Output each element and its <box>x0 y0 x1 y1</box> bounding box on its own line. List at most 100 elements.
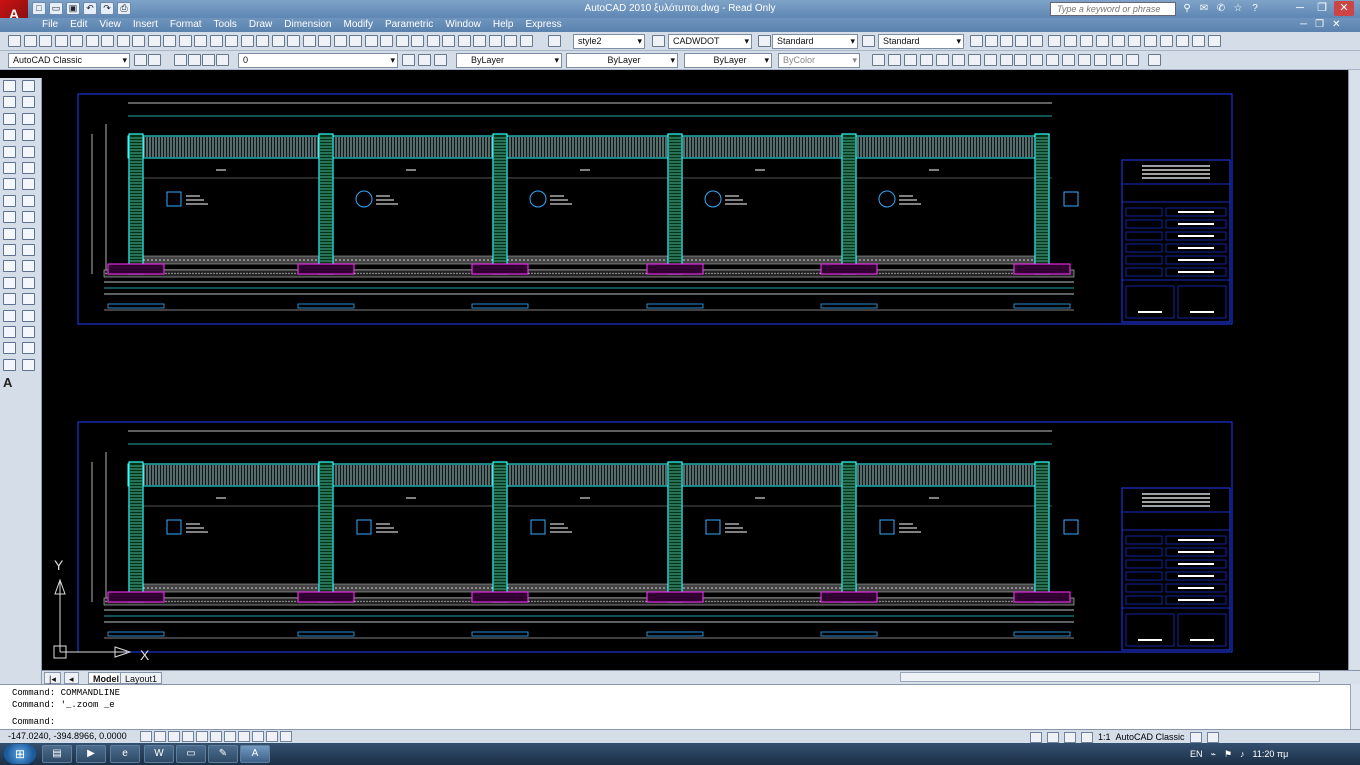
standard-tool-icon[interactable] <box>132 35 145 47</box>
clock[interactable]: 11:20 πμ <box>1253 746 1289 762</box>
save-icon[interactable]: ▣ <box>66 2 80 15</box>
standard-tool-icon[interactable] <box>427 35 440 47</box>
standard-tool-icon[interactable] <box>411 35 424 47</box>
menu-modify[interactable]: Modify <box>338 18 379 32</box>
layer-dropdown[interactable]: 0 <box>238 53 398 68</box>
drawing-area[interactable]: Y X <box>42 70 1348 670</box>
multiline-text-icon[interactable]: A <box>3 375 12 390</box>
color-control-dropdown[interactable]: ByLayer <box>456 53 562 68</box>
draw-tool-icon[interactable] <box>3 342 16 355</box>
menu-format[interactable]: Format <box>164 18 208 32</box>
word-icon[interactable]: W <box>144 745 174 763</box>
flag-icon[interactable]: ⚑ <box>1224 746 1232 762</box>
undo-icon[interactable]: ↶ <box>83 2 97 15</box>
standard-tool-icon[interactable] <box>1208 35 1221 47</box>
communication-icon[interactable]: ✆ <box>1214 2 1228 15</box>
restore-button[interactable]: ❐ <box>1312 1 1332 16</box>
standard-tool-icon[interactable] <box>504 35 517 47</box>
help-search-input[interactable]: Type a keyword or phrase <box>1050 2 1176 16</box>
standard-tool-icon[interactable] <box>1015 35 1028 47</box>
properties-tool-icon[interactable] <box>1094 54 1107 66</box>
drawing-close-button[interactable]: ✕ <box>1332 18 1340 32</box>
tab-model[interactable]: Model <box>88 672 124 684</box>
properties-tool-icon[interactable] <box>1148 54 1161 66</box>
polar-toggle-icon[interactable] <box>182 731 194 742</box>
tab-nav-prev[interactable]: ◂ <box>64 672 79 684</box>
draw-tool-icon[interactable] <box>3 276 16 289</box>
tab-nav-first[interactable]: |◂ <box>44 672 61 684</box>
properties-tool-icon[interactable] <box>418 54 431 66</box>
standard-tool-icon[interactable] <box>1096 35 1109 47</box>
standard-tool-icon[interactable] <box>380 35 393 47</box>
standard-tool-icon[interactable] <box>1030 35 1043 47</box>
binoculars-icon[interactable]: ⚲ <box>1180 2 1194 15</box>
standard-tool-icon[interactable] <box>1000 35 1013 47</box>
modify-tool-icon[interactable] <box>22 112 35 125</box>
grid-toggle-icon[interactable] <box>154 731 166 742</box>
redo-icon[interactable]: ↷ <box>100 2 114 15</box>
standard-tool-icon[interactable] <box>458 35 471 47</box>
osnap-toggle-icon[interactable] <box>196 731 208 742</box>
lwt-toggle-icon[interactable] <box>252 731 264 742</box>
volume-icon[interactable]: ♪ <box>1240 746 1245 762</box>
modify-tool-icon[interactable] <box>22 227 35 240</box>
standard-tool-icon[interactable] <box>349 35 362 47</box>
snap-toggle-icon[interactable] <box>140 731 152 742</box>
draw-tool-icon[interactable] <box>3 112 16 125</box>
modify-tool-icon[interactable] <box>22 276 35 289</box>
properties-tool-icon[interactable] <box>148 54 161 66</box>
properties-tool-icon[interactable] <box>1110 54 1123 66</box>
modify-tool-icon[interactable] <box>22 326 35 338</box>
modify-tool-icon[interactable] <box>22 129 35 142</box>
modify-tool-icon[interactable] <box>22 309 35 322</box>
standard-tool-icon[interactable] <box>70 35 83 47</box>
properties-tool-icon[interactable] <box>888 54 901 66</box>
standard-tool-icon[interactable] <box>117 35 130 47</box>
draw-tool-icon[interactable] <box>3 129 16 142</box>
new-file-icon[interactable]: □ <box>32 2 46 15</box>
standard-tool-icon[interactable] <box>334 35 347 47</box>
standard-tool-icon[interactable] <box>396 35 409 47</box>
draw-tool-icon[interactable] <box>3 145 16 158</box>
draw-tool-icon[interactable] <box>3 178 16 191</box>
text-style-dropdown[interactable]: style2 <box>573 34 645 49</box>
properties-tool-icon[interactable] <box>1046 54 1059 66</box>
explorer-icon[interactable]: ▤ <box>42 745 72 763</box>
lineweight-control-dropdown[interactable]: ByLayer <box>684 53 772 68</box>
media-player-icon[interactable]: ▶ <box>76 745 106 763</box>
tab-layout1[interactable]: Layout1 <box>120 672 163 684</box>
properties-tool-icon[interactable] <box>1078 54 1091 66</box>
pan-icon[interactable] <box>1064 731 1076 743</box>
otrack-toggle-icon[interactable] <box>210 731 222 742</box>
standard-tool-icon[interactable] <box>548 35 561 47</box>
plotstyle-control-dropdown[interactable]: ByColor <box>778 53 860 68</box>
menu-view[interactable]: View <box>93 18 127 32</box>
drawing-minimize-button[interactable]: ─ <box>1300 18 1307 32</box>
standard-tool-icon[interactable] <box>365 35 378 47</box>
workspace-dropdown[interactable]: AutoCAD Classic <box>8 53 130 68</box>
lock-icon[interactable] <box>1189 731 1202 743</box>
command-scrollbar[interactable] <box>1350 684 1360 729</box>
standard-tool-icon[interactable] <box>8 35 21 47</box>
favorites-star-icon[interactable]: ☆ <box>1231 2 1245 15</box>
menu-insert[interactable]: Insert <box>127 18 164 32</box>
properties-tool-icon[interactable] <box>872 54 885 66</box>
minimize-button[interactable]: ─ <box>1290 1 1310 16</box>
multileader-style-dropdown[interactable]: Standard <box>878 34 964 49</box>
modify-tool-icon[interactable] <box>22 96 35 109</box>
subscription-icon[interactable]: ✉ <box>1197 2 1211 15</box>
standard-tool-icon[interactable] <box>210 35 223 47</box>
modify-tool-icon[interactable] <box>22 211 35 224</box>
properties-tool-icon[interactable] <box>402 54 415 66</box>
command-window[interactable]: Command: COMMANDLINE Command: '_.zoom _e… <box>0 684 1360 729</box>
menu-tools[interactable]: Tools <box>208 18 243 32</box>
properties-tool-icon[interactable] <box>920 54 933 66</box>
menu-edit[interactable]: Edit <box>64 18 93 32</box>
modify-tool-icon[interactable] <box>22 178 35 191</box>
properties-tool-icon[interactable] <box>904 54 917 66</box>
workspace-switch[interactable]: AutoCAD Classic <box>1116 732 1185 742</box>
menu-express[interactable]: Express <box>519 18 567 32</box>
standard-tool-icon[interactable] <box>303 35 316 47</box>
draw-tool-icon[interactable] <box>3 244 16 256</box>
draw-tool-icon[interactable] <box>3 211 16 224</box>
